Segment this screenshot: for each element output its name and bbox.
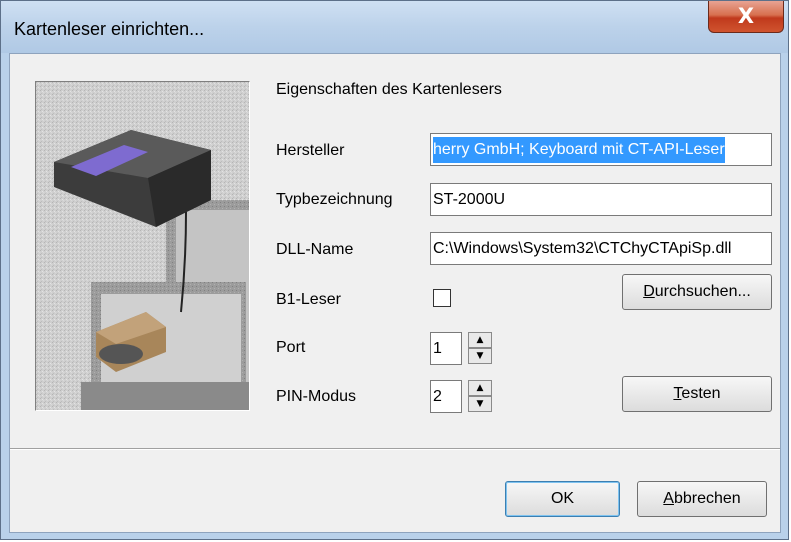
test-button[interactable]: Testen	[622, 376, 772, 412]
section-title: Eigenschaften des Kartenlesers	[276, 81, 502, 98]
window-title: Kartenleser einrichten...	[14, 19, 205, 39]
port-spin-up-icon[interactable]: ▲	[468, 332, 492, 348]
separator	[10, 448, 780, 450]
cancel-button[interactable]: Abbrechen	[637, 481, 767, 517]
dialog-window: Kartenleser einrichten... X Eigenschafte…	[0, 0, 789, 540]
close-icon: X	[737, 4, 755, 28]
browse-label: urchsuchen...	[654, 283, 751, 300]
dll-name-field[interactable]: C:\Windows\System32\CTChyCTApiSp.dll	[430, 232, 772, 265]
pin-modus-value-field[interactable]: 2	[430, 380, 462, 413]
close-button[interactable]: X	[708, 1, 784, 33]
title-bar[interactable]: Kartenleser einrichten... X	[1, 1, 788, 53]
port-value-field[interactable]: 1	[430, 332, 462, 365]
typbezeichnung-field[interactable]: ST-2000U	[430, 183, 772, 216]
port-spinner: ▲ ▼	[468, 332, 492, 365]
pin-spin-down-icon[interactable]: ▼	[468, 396, 492, 412]
typbezeichnung-label: Typbezeichnung	[276, 191, 393, 208]
ok-button[interactable]: OK	[505, 481, 620, 517]
pin-modus-label: PIN-Modus	[276, 388, 357, 405]
hersteller-field[interactable]: herry GmbH; Keyboard mit CT-API-Leser	[430, 133, 772, 166]
browse-button[interactable]: Durchsuchen...	[622, 274, 772, 310]
port-spin-down-icon[interactable]: ▼	[468, 348, 492, 364]
dialog-client-area: Eigenschaften des Kartenlesers Herstelle…	[9, 53, 781, 533]
hersteller-value: herry GmbH; Keyboard mit CT-API-Leser	[433, 137, 725, 163]
b1-leser-label: B1-Leser	[276, 291, 341, 308]
cancel-mnemonic: A	[663, 490, 674, 507]
b1-leser-checkbox[interactable]	[433, 289, 451, 307]
card-reader-image	[36, 82, 249, 410]
dll-name-label: DLL-Name	[276, 241, 354, 258]
cancel-label: bbrechen	[673, 490, 741, 507]
hersteller-label: Hersteller	[276, 142, 345, 159]
port-label: Port	[276, 339, 306, 356]
pin-modus-spinner: ▲ ▼	[468, 380, 492, 413]
pin-spin-up-icon[interactable]: ▲	[468, 380, 492, 396]
browse-mnemonic: D	[643, 283, 655, 300]
test-label: esten	[681, 385, 721, 402]
card-reader-illustration	[35, 81, 250, 411]
